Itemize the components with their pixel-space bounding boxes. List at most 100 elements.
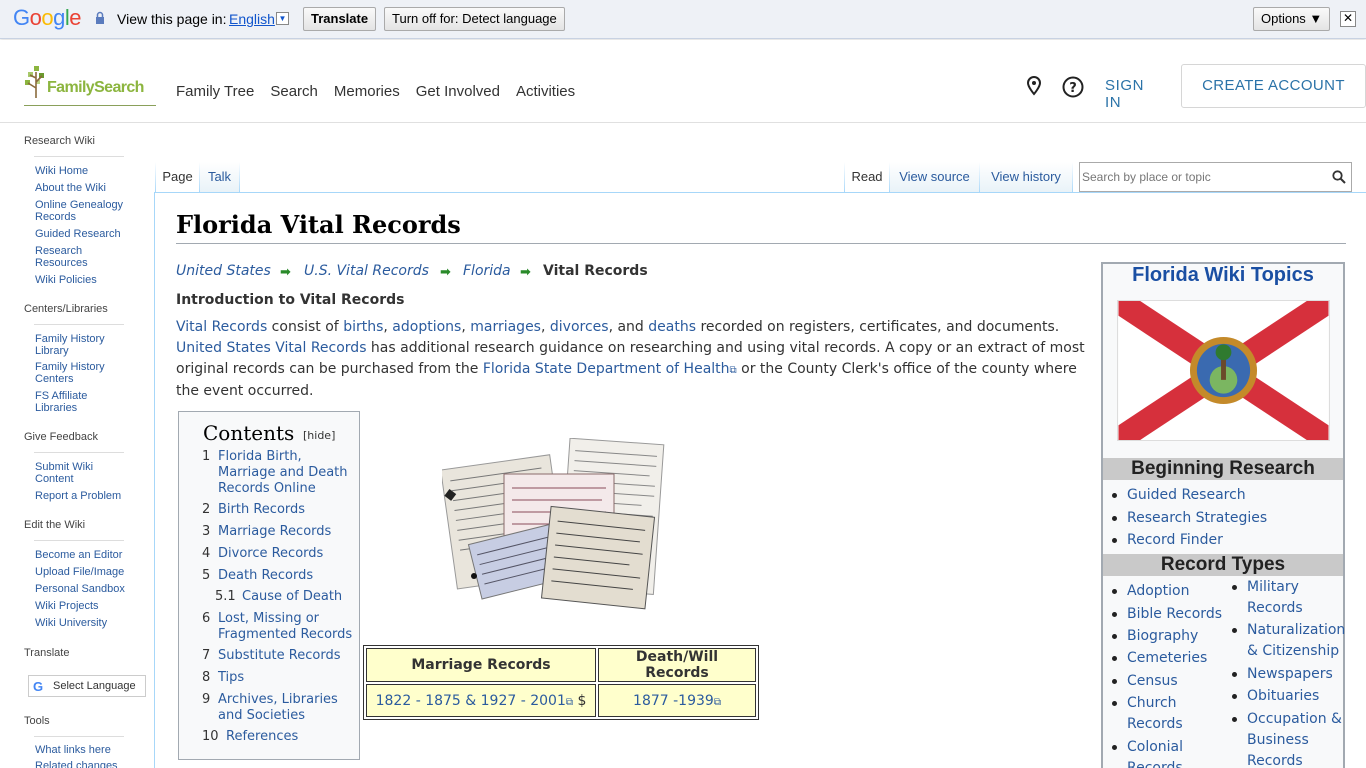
tab-talk[interactable]: Talk <box>200 162 239 193</box>
breadcrumb-current: Vital Records <box>543 263 648 279</box>
create-account-button[interactable]: CREATE ACCOUNT <box>1181 64 1366 108</box>
infobox-link-guided-research[interactable]: Guided Research <box>1112 485 1246 506</box>
divorces-link[interactable]: divorces <box>550 319 609 335</box>
nav-family-tree[interactable]: Family Tree <box>176 83 254 100</box>
search-icon[interactable] <box>1332 170 1346 184</box>
nav-memories[interactable]: Memories <box>334 83 400 100</box>
deaths-link[interactable]: deaths <box>648 319 696 335</box>
table-of-contents: Contents [hide] 1 Florida Birth, Marriage… <box>178 411 360 760</box>
infobox-link-record-finder[interactable]: Record Finder <box>1112 530 1223 551</box>
lock-icon <box>96 11 104 24</box>
logo-text: FamilySearch <box>47 79 144 96</box>
sidebar-item-sandbox[interactable]: Personal Sandbox <box>35 583 135 595</box>
infobox-link-colonial-records[interactable]: Colonial Records <box>1112 737 1197 768</box>
fl-health-dept-link[interactable]: Florida State Department of Health <box>483 361 730 377</box>
infobox-link-obituaries[interactable]: Obituaries <box>1231 686 1319 707</box>
sidebar-item-become-editor[interactable]: Become an Editor <box>35 549 135 561</box>
familysearch-logo[interactable]: FamilySearch <box>24 64 156 106</box>
infobox-link-occupation[interactable]: Occupation & Business Records <box>1232 709 1347 768</box>
tab-read[interactable]: Read <box>845 162 889 193</box>
sidebar-item-wiki-projects[interactable]: Wiki Projects <box>35 600 135 612</box>
infobox-title[interactable]: Florida Wiki Topics <box>1103 264 1343 287</box>
sidebar-item-submit-content[interactable]: Submit Wiki Content <box>35 461 110 485</box>
intro-heading: Introduction to Vital Records <box>176 292 405 308</box>
infobox-link-biography[interactable]: Biography <box>1111 626 1198 647</box>
marriages-link[interactable]: marriages <box>470 319 541 335</box>
sidebar-item-fhl[interactable]: Family History Library <box>35 333 115 357</box>
sidebar-border <box>154 192 155 768</box>
sidebar-item-report-problem[interactable]: Report a Problem <box>35 490 135 502</box>
breadcrumb-united-states[interactable]: United States <box>176 263 271 279</box>
toc-item[interactable]: 4 Divorce Records <box>202 546 357 562</box>
left-sidebar: Research Wiki Wiki Home About the Wiki O… <box>0 124 155 768</box>
google-g-icon: G <box>33 679 44 694</box>
vital-records-collage-image <box>442 438 665 610</box>
help-icon[interactable]: ? <box>1062 76 1084 98</box>
tree-logo-icon <box>25 66 44 98</box>
toc-hide-toggle[interactable]: [hide] <box>303 429 335 442</box>
sidebar-item-online-records[interactable]: Online Genealogy Records <box>35 199 135 223</box>
toc-item[interactable]: 7 Substitute Records <box>202 648 357 664</box>
infobox-link-cemeteries[interactable]: Cemeteries <box>1111 648 1207 669</box>
divider <box>34 540 124 541</box>
nav-get-involved[interactable]: Get Involved <box>416 83 500 100</box>
sidebar-item-what-links[interactable]: What links here <box>35 744 135 756</box>
site-header: FamilySearch Family Tree Search Memories Ge… <box>0 40 1366 123</box>
sidebar-item-fs-affiliate[interactable]: FS Affiliate Libraries <box>35 390 115 414</box>
sidebar-item-research-resources[interactable]: Research Resources <box>35 245 105 269</box>
sidebar-item-related-changes[interactable]: Related changes <box>35 760 135 768</box>
sidebar-item-wiki-university[interactable]: Wiki University <box>35 617 135 629</box>
infobox-link-church-records[interactable]: Church Records <box>1112 693 1197 735</box>
sidebar-item-wiki-home[interactable]: Wiki Home <box>35 165 135 177</box>
nav-search[interactable]: Search <box>270 83 318 100</box>
language-link[interactable]: English <box>229 11 275 27</box>
vital-records-link[interactable]: Vital Records <box>176 319 267 335</box>
toc-item[interactable]: 5 Death Records <box>202 568 357 584</box>
translate-button[interactable]: Translate <box>303 7 377 31</box>
infobox-link-adoption[interactable]: Adoption <box>1112 581 1190 602</box>
language-dropdown-icon[interactable]: ▼ <box>276 12 289 25</box>
location-pin-icon[interactable] <box>1026 76 1042 96</box>
toc-item[interactable]: 6 Lost, Missing or Fragmented Records <box>202 611 357 643</box>
death-records-link[interactable]: 1877 -1939 <box>633 693 714 709</box>
adoptions-link[interactable]: adoptions <box>392 319 461 335</box>
search-input[interactable] <box>1082 167 1322 187</box>
external-link-icon: ⧉ <box>729 365 737 376</box>
breadcrumb-us-vital-records[interactable]: U.S. Vital Records <box>304 263 429 279</box>
toc-item[interactable]: 8 Tips <box>202 670 357 686</box>
us-vital-records-link[interactable]: United States Vital Records <box>176 340 366 356</box>
select-language-widget[interactable]: G Select Language <box>28 675 146 697</box>
toc-item[interactable]: 10 References <box>202 729 357 745</box>
options-button[interactable]: Options ▼ <box>1253 7 1331 31</box>
sidebar-item-upload-file[interactable]: Upload File/Image <box>35 566 135 578</box>
florida-wiki-topics-box: Florida Wiki Topics Beginning Research G… <box>1101 262 1345 768</box>
toc-item[interactable]: 2 Birth Records <box>202 502 357 518</box>
turn-off-button[interactable]: Turn off for: Detect language <box>384 7 565 31</box>
marriage-records-link[interactable]: 1822 - 1875 & 1927 - 2001 <box>376 693 566 709</box>
svg-text:?: ? <box>1069 81 1077 96</box>
tabs-baseline <box>155 192 1366 193</box>
toc-subitem[interactable]: 5.1 Cause of Death <box>215 589 370 605</box>
sidebar-item-fhc[interactable]: Family History Centers <box>35 361 115 385</box>
tab-view-history[interactable]: View history <box>980 162 1072 193</box>
sidebar-item-about-wiki[interactable]: About the Wiki <box>35 182 135 194</box>
infobox-link-research-strategies[interactable]: Research Strategies <box>1111 508 1267 529</box>
infobox-link-naturalization[interactable]: Naturalization & Citizenship <box>1232 620 1347 662</box>
infobox-link-bible-records[interactable]: Bible Records <box>1112 604 1222 625</box>
infobox-link-newspapers[interactable]: Newspapers <box>1232 664 1333 685</box>
births-link[interactable]: births <box>343 319 383 335</box>
tab-view-source[interactable]: View source <box>890 162 979 193</box>
infobox-link-military-records[interactable]: Military Records <box>1232 577 1317 619</box>
infobox-link-census[interactable]: Census <box>1112 671 1178 692</box>
nav-activities[interactable]: Activities <box>516 83 575 100</box>
sidebar-item-wiki-policies[interactable]: Wiki Policies <box>35 274 135 286</box>
toc-item[interactable]: 1 Florida Birth, Marriage and Death Recor… <box>202 449 357 497</box>
close-icon[interactable]: ✕ <box>1340 11 1356 27</box>
breadcrumb-florida[interactable]: Florida <box>463 263 511 279</box>
divider <box>34 156 124 157</box>
sidebar-item-guided-research[interactable]: Guided Research <box>35 228 135 240</box>
tab-page[interactable]: Page <box>156 162 199 193</box>
toc-item[interactable]: 9 Archives, Libraries and Societies <box>202 692 357 724</box>
sign-in-link[interactable]: SIGN IN <box>1105 77 1144 111</box>
toc-item[interactable]: 3 Marriage Records <box>202 524 357 540</box>
